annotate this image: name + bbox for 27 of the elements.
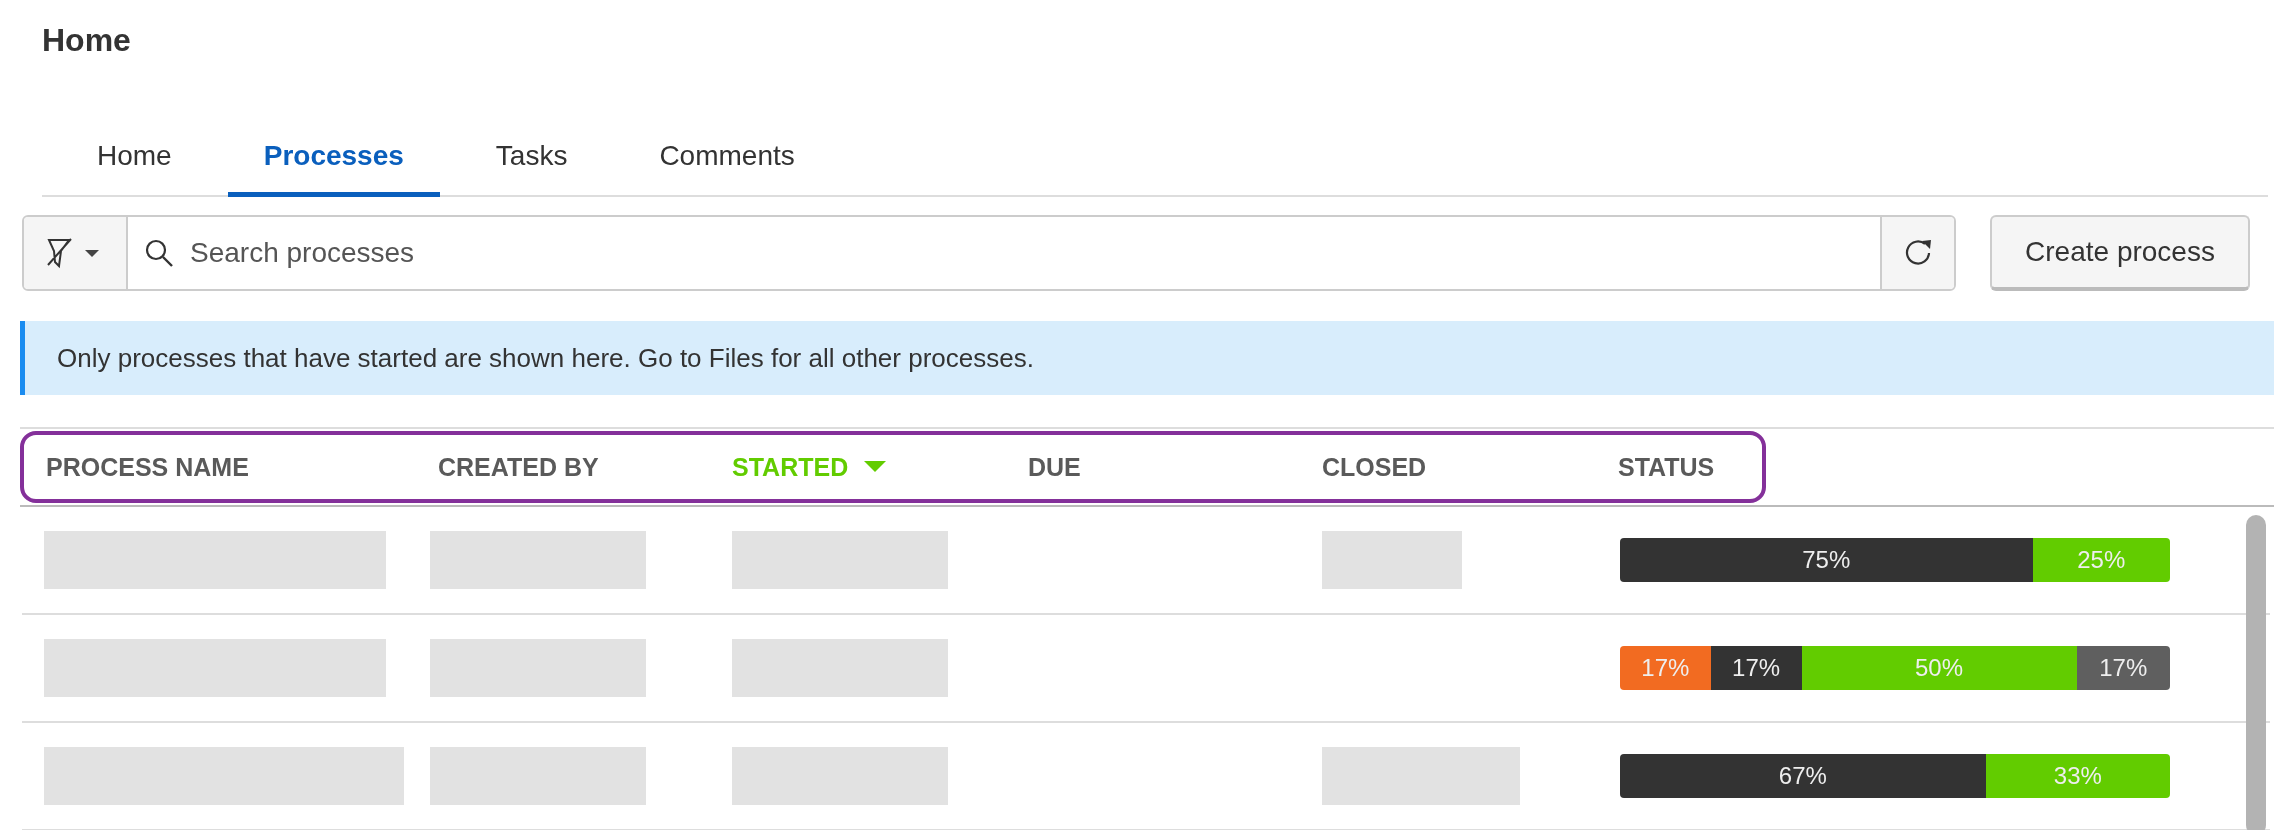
column-header[interactable]: CREATED BY <box>438 452 599 482</box>
refresh-icon <box>1903 238 1933 268</box>
sort-arrow-icon <box>864 461 887 473</box>
page-title: Home <box>41 21 132 60</box>
column-header[interactable]: DUE <box>1028 452 1081 482</box>
search-icon <box>144 238 174 268</box>
refresh-button[interactable] <box>1880 217 1954 289</box>
tab[interactable]: Processes <box>227 126 440 197</box>
scrollbar[interactable] <box>2246 515 2266 830</box>
search-field[interactable]: Search processes <box>22 215 1956 291</box>
tab[interactable]: Tasks <box>495 126 568 197</box>
tab[interactable]: Comments <box>659 126 795 197</box>
status-segment: 25% <box>2032 538 2170 582</box>
tab[interactable]: Home <box>97 126 172 197</box>
banner-text: Only processes that have started are shown here. Go to Files for all other processes. <box>57 342 1034 374</box>
status-segment: 17% <box>1620 646 1711 690</box>
status-segment: 17% <box>1710 646 1802 690</box>
status-segment: 50% <box>1801 646 2077 690</box>
create-process-button[interactable]: Create process <box>1990 215 2250 291</box>
filter-button[interactable] <box>24 217 128 289</box>
status-segment: 67% <box>1620 754 1986 798</box>
column-header[interactable]: CLOSED <box>1322 452 1427 482</box>
status-segment: 75% <box>1620 538 2033 582</box>
column-header[interactable]: PROCESS NAME <box>46 452 249 482</box>
column-header[interactable]: STATUS <box>1618 452 1715 482</box>
status-segment: 33% <box>1985 754 2170 798</box>
status-segment: 17% <box>2076 646 2170 690</box>
